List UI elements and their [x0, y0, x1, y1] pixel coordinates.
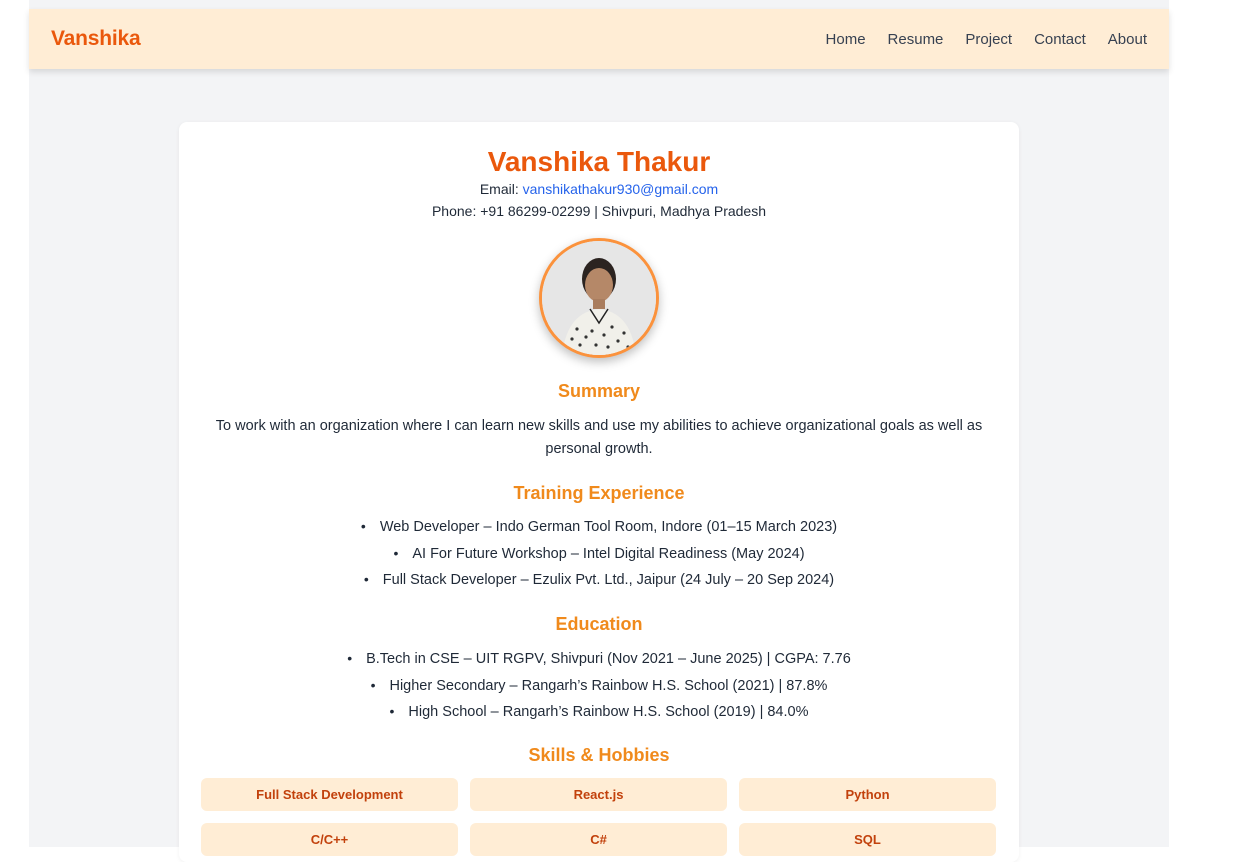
training-list: Web Developer – Indo German Tool Room, I…	[179, 513, 1019, 593]
profile-name: Vanshika Thakur	[487, 146, 711, 177]
email-label: Email:	[479, 181, 523, 197]
skills-title: Skills & Hobbies	[528, 745, 670, 765]
profile-photo	[539, 238, 659, 358]
phone-location-line: Phone: +91 86299-02299 | Shivpuri, Madhy…	[431, 203, 767, 219]
education-title: Education	[555, 614, 643, 634]
list-item: Web Developer – Indo German Tool Room, I…	[179, 513, 1019, 540]
nav-links: Home Resume Project Contact About	[826, 31, 1147, 48]
brand-logo[interactable]: Vanshika	[51, 27, 141, 51]
summary-text: To work with an organization where I can…	[215, 418, 983, 457]
list-item: B.Tech in CSE – UIT RGPV, Shivpuri (Nov …	[179, 645, 1019, 672]
list-item: AI For Future Workshop – Intel Digital R…	[179, 540, 1019, 567]
summary-title: Summary	[557, 381, 641, 401]
list-item: Higher Secondary – Rangarh’s Rainbow H.S…	[179, 672, 1019, 699]
resume-card: Vanshika Thakur Email: vanshikathakur930…	[179, 122, 1019, 862]
skill-badge: Python	[739, 778, 996, 811]
email-line: Email: vanshikathakur930@gmail.com	[179, 181, 1019, 197]
skill-badge: C#	[470, 823, 727, 856]
nav-link-project[interactable]: Project	[965, 31, 1012, 48]
education-list: B.Tech in CSE – UIT RGPV, Shivpuri (Nov …	[179, 645, 1019, 725]
nav-link-contact[interactable]: Contact	[1034, 31, 1086, 48]
nav-link-about[interactable]: About	[1108, 31, 1147, 48]
skill-badge: Full Stack Development	[201, 778, 458, 811]
navbar: Vanshika Home Resume Project Contact Abo…	[29, 9, 1169, 69]
nav-link-resume[interactable]: Resume	[888, 31, 944, 48]
list-item: Full Stack Developer – Ezulix Pvt. Ltd.,…	[179, 566, 1019, 593]
list-item: High School – Rangarh’s Rainbow H.S. Sch…	[179, 698, 1019, 725]
email-link[interactable]: vanshikathakur930@gmail.com	[523, 181, 719, 197]
nav-link-home[interactable]: Home	[826, 31, 866, 48]
training-title: Training Experience	[513, 483, 685, 503]
skill-badge: React.js	[470, 778, 727, 811]
skills-grid: Full Stack Development React.js Python C…	[201, 778, 997, 856]
skill-badge: SQL	[739, 823, 996, 856]
profile-photo-illustration	[542, 241, 656, 355]
skill-badge: C/C++	[201, 823, 458, 856]
